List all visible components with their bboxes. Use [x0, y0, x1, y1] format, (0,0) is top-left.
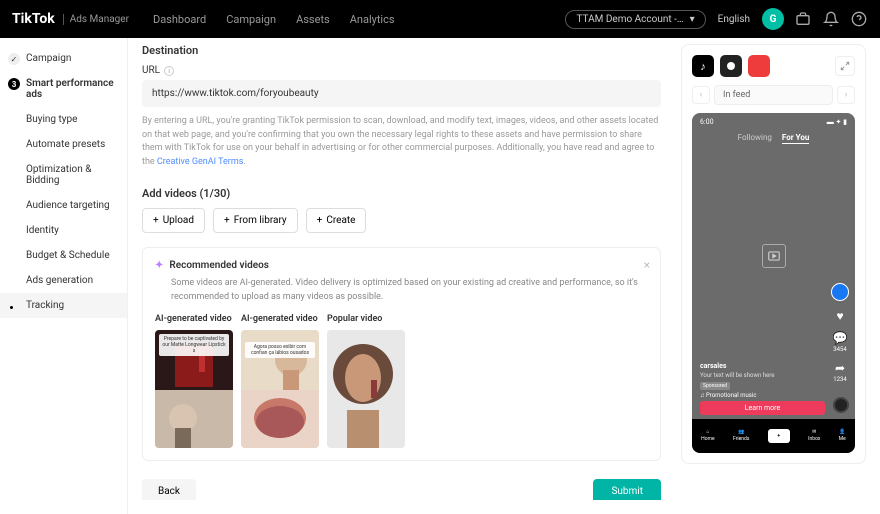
video-thumb[interactable]: Prepare to be captivated by our Matte Lo… — [155, 330, 233, 448]
comment-icon: 💬 — [833, 331, 848, 345]
step-number: 3 — [8, 78, 20, 90]
info-icon[interactable]: i — [164, 66, 174, 76]
top-nav: Dashboard Campaign Assets Analytics — [153, 13, 395, 26]
next-arrow[interactable]: › — [837, 86, 855, 104]
me-icon: 👤 — [839, 429, 845, 435]
music-disc-icon — [833, 397, 849, 413]
home-icon: ⌂ — [706, 429, 709, 435]
sidebar-step[interactable]: 3Smart performance ads — [0, 71, 127, 107]
recommended-panel: × ✦Recommended videos Some videos are AI… — [142, 247, 661, 461]
business-icon[interactable] — [794, 10, 812, 28]
expand-icon[interactable] — [835, 56, 855, 76]
chevron-down-icon: ▾ — [690, 14, 695, 25]
nav-assets[interactable]: Assets — [296, 13, 330, 26]
account-selector[interactable]: TTAM Demo Account -…▾ — [565, 10, 705, 29]
feed-position[interactable]: In feed — [714, 85, 833, 105]
share-icon: ➦ — [835, 361, 845, 375]
preview-panel: ♪ ‹ In feed › 6:00▬ ✦ ▮ FollowingFor You — [681, 38, 866, 500]
sidebar-item[interactable]: Audience targeting — [0, 193, 127, 218]
plus-icon: + — [153, 215, 159, 226]
plus-icon: + — [768, 429, 790, 443]
thumb-label: Popular video — [327, 314, 405, 324]
form-panel: Destination URL i By entering a URL, you'… — [142, 38, 665, 500]
profile-avatar — [831, 283, 849, 301]
sidebar-item[interactable]: Identity — [0, 218, 127, 243]
language-selector[interactable]: English — [718, 14, 750, 25]
check-icon: ✓ — [8, 53, 20, 65]
tiktok-icon[interactable]: ♪ — [692, 55, 714, 77]
nav-analytics[interactable]: Analytics — [350, 13, 395, 26]
sidebar-item[interactable]: Automate presets — [0, 132, 127, 157]
cta-button: Learn more — [700, 401, 825, 415]
submit-button[interactable]: Submit — [593, 479, 661, 500]
inbox-icon: ✉ — [812, 429, 816, 435]
help-icon[interactable] — [850, 10, 868, 28]
nav-dashboard[interactable]: Dashboard — [153, 13, 206, 26]
topbar: TikTokAds Manager Dashboard Campaign Ass… — [0, 0, 880, 38]
app-icon[interactable] — [748, 55, 770, 77]
url-input[interactable] — [142, 80, 661, 107]
close-icon[interactable]: × — [644, 258, 650, 272]
avatar[interactable]: G — [762, 8, 784, 30]
sidebar-item[interactable]: Buying type — [0, 107, 127, 132]
friends-icon: 👥 — [738, 429, 744, 435]
bulb-icon: ✦ — [155, 260, 163, 271]
plus-icon: + — [317, 215, 323, 226]
video-placeholder-icon — [762, 244, 786, 268]
phone-preview: 6:00▬ ✦ ▮ FollowingFor You ♥ 💬3454 ➦1234… — [692, 113, 855, 453]
phone-nav: ⌂Home 👥Friends + ✉Inbox 👤Me — [692, 419, 855, 453]
bell-icon[interactable] — [822, 10, 840, 28]
rec-body: Some videos are AI-generated. Video deli… — [155, 277, 648, 304]
sidebar-campaign[interactable]: ✓Campaign — [0, 46, 127, 71]
url-label: URL — [142, 65, 160, 76]
caption: Prepare to be captivated by our Matte Lo… — [159, 334, 229, 356]
app-icon[interactable] — [720, 55, 742, 77]
video-thumb[interactable] — [327, 330, 405, 448]
thumb-label: AI-generated video — [241, 314, 319, 324]
prev-arrow[interactable]: ‹ — [692, 86, 710, 104]
add-videos-title: Add videos (1/30) — [142, 187, 661, 200]
genai-terms-link[interactable]: Creative GenAI Terms — [157, 157, 243, 167]
create-button[interactable]: +Create — [306, 208, 367, 233]
heart-icon: ♥ — [836, 309, 843, 323]
sidebar-item[interactable]: Ads generation — [0, 268, 127, 293]
back-button[interactable]: Back — [142, 479, 196, 500]
plus-icon: + — [224, 215, 230, 226]
upload-button[interactable]: +Upload — [142, 208, 205, 233]
sidebar-item[interactable]: Optimization & Bidding — [0, 157, 127, 193]
sidebar: ✓Campaign 3Smart performance ads Buying … — [0, 38, 128, 514]
url-help: By entering a URL, you're granting TikTo… — [142, 115, 661, 169]
status-icons: ▬ ✦ ▮ — [827, 118, 847, 126]
video-thumb[interactable]: Agora posso exibir com confian ça lábios… — [241, 330, 319, 448]
from-library-button[interactable]: +From library — [213, 208, 298, 233]
caption: Agora posso exibir com confian ça lábios… — [245, 342, 315, 358]
nav-campaign[interactable]: Campaign — [226, 13, 276, 26]
sidebar-item[interactable]: Budget & Schedule — [0, 243, 127, 268]
destination-title: Destination — [142, 44, 661, 57]
sidebar-item-tracking[interactable]: Tracking — [0, 293, 127, 318]
thumb-label: AI-generated video — [155, 314, 233, 324]
logo: TikTokAds Manager — [12, 11, 129, 27]
